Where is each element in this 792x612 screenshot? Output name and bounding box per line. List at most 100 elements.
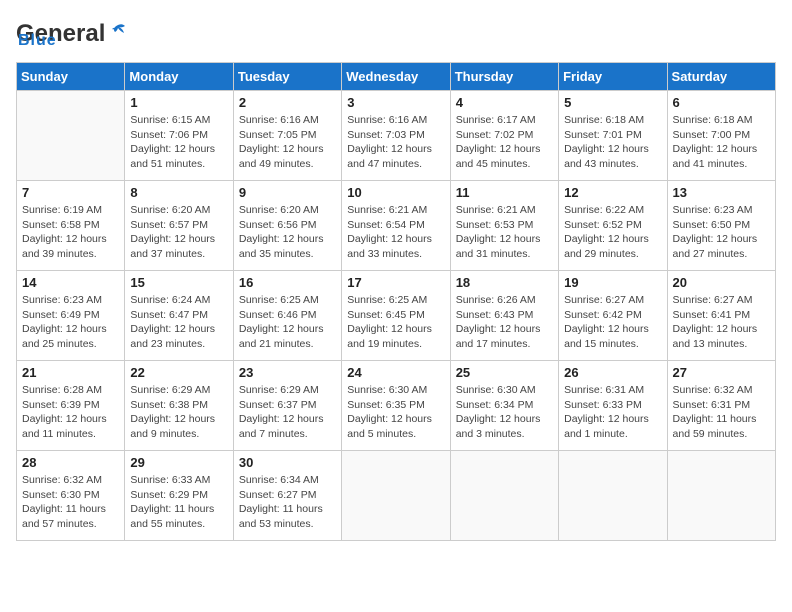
day-number: 6 <box>673 95 770 110</box>
cell-info: Sunrise: 6:20 AMSunset: 6:56 PMDaylight:… <box>239 203 336 262</box>
day-number: 13 <box>673 185 770 200</box>
cell-info: Sunrise: 6:23 AMSunset: 6:50 PMDaylight:… <box>673 203 770 262</box>
day-number: 22 <box>130 365 227 380</box>
day-cell: 25 Sunrise: 6:30 AMSunset: 6:34 PMDayligh… <box>450 361 558 451</box>
day-number: 10 <box>347 185 444 200</box>
header-row: SundayMondayTuesdayWednesdayThursdayFrid… <box>17 63 776 91</box>
day-cell: 8 Sunrise: 6:20 AMSunset: 6:57 PMDaylight… <box>125 181 233 271</box>
day-number: 5 <box>564 95 661 110</box>
day-number: 25 <box>456 365 553 380</box>
day-number: 20 <box>673 275 770 290</box>
day-cell: 26 Sunrise: 6:31 AMSunset: 6:33 PMDayligh… <box>559 361 667 451</box>
calendar-body: 1 Sunrise: 6:15 AMSunset: 7:06 PMDaylight… <box>17 91 776 541</box>
cell-info: Sunrise: 6:17 AMSunset: 7:02 PMDaylight:… <box>456 113 553 172</box>
cell-info: Sunrise: 6:25 AMSunset: 6:45 PMDaylight:… <box>347 293 444 352</box>
cell-info: Sunrise: 6:24 AMSunset: 6:47 PMDaylight:… <box>130 293 227 352</box>
day-number: 7 <box>22 185 119 200</box>
day-cell: 16Sunrise: 6:25 AMSunset: 6:46 PMDayligh… <box>233 271 341 361</box>
day-cell: 3 Sunrise: 6:16 AMSunset: 7:03 PMDaylight… <box>342 91 450 181</box>
day-number: 28 <box>22 455 119 470</box>
week-row-2: 7 Sunrise: 6:19 AMSunset: 6:58 PMDaylight… <box>17 181 776 271</box>
day-cell: 1 Sunrise: 6:15 AMSunset: 7:06 PMDaylight… <box>125 91 233 181</box>
cell-info: Sunrise: 6:21 AMSunset: 6:54 PMDaylight:… <box>347 203 444 262</box>
cell-info: Sunrise: 6:19 AMSunset: 6:58 PMDaylight:… <box>22 203 119 262</box>
cell-info: Sunrise: 6:34 AMSunset: 6:27 PMDaylight:… <box>239 473 336 532</box>
day-cell: 7 Sunrise: 6:19 AMSunset: 6:58 PMDaylight… <box>17 181 125 271</box>
cell-info: Sunrise: 6:32 AMSunset: 6:31 PMDaylight:… <box>673 383 770 442</box>
day-number: 9 <box>239 185 336 200</box>
day-number: 8 <box>130 185 227 200</box>
week-row-5: 28 Sunrise: 6:32 AMSunset: 6:30 PMDayligh… <box>17 451 776 541</box>
day-cell: 22 Sunrise: 6:29 AMSunset: 6:38 PMDayligh… <box>125 361 233 451</box>
day-cell: 13 Sunrise: 6:23 AMSunset: 6:50 PMDayligh… <box>667 181 775 271</box>
day-cell: 30 Sunrise: 6:34 AMSunset: 6:27 PMDayligh… <box>233 451 341 541</box>
day-number: 17 <box>347 275 444 290</box>
day-number: 11 <box>456 185 553 200</box>
cell-info: Sunrise: 6:21 AMSunset: 6:53 PMDaylight:… <box>456 203 553 262</box>
day-cell: 6 Sunrise: 6:18 AMSunset: 7:00 PMDaylight… <box>667 91 775 181</box>
day-number: 24 <box>347 365 444 380</box>
cell-info: Sunrise: 6:29 AMSunset: 6:37 PMDaylight:… <box>239 383 336 442</box>
day-cell: 15 Sunrise: 6:24 AMSunset: 6:47 PMDayligh… <box>125 271 233 361</box>
day-cell: 14Sunrise: 6:23 AMSunset: 6:49 PMDayligh… <box>17 271 125 361</box>
day-cell: 12 Sunrise: 6:22 AMSunset: 6:52 PMDayligh… <box>559 181 667 271</box>
cell-info: Sunrise: 6:30 AMSunset: 6:34 PMDaylight:… <box>456 383 553 442</box>
calendar-table: SundayMondayTuesdayWednesdayThursdayFrid… <box>16 62 776 541</box>
day-number: 15 <box>130 275 227 290</box>
cell-info: Sunrise: 6:15 AMSunset: 7:06 PMDaylight:… <box>130 113 227 172</box>
day-cell: 18Sunrise: 6:26 AMSunset: 6:43 PMDayligh… <box>450 271 558 361</box>
day-cell: 23 Sunrise: 6:29 AMSunset: 6:37 PMDayligh… <box>233 361 341 451</box>
day-cell: 4 Sunrise: 6:17 AMSunset: 7:02 PMDaylight… <box>450 91 558 181</box>
day-number: 27 <box>673 365 770 380</box>
header-day-monday: Monday <box>125 63 233 91</box>
day-cell <box>17 91 125 181</box>
cell-info: Sunrise: 6:29 AMSunset: 6:38 PMDaylight:… <box>130 383 227 442</box>
cell-info: Sunrise: 6:22 AMSunset: 6:52 PMDaylight:… <box>564 203 661 262</box>
cell-info: Sunrise: 6:27 AMSunset: 6:42 PMDaylight:… <box>564 293 661 352</box>
day-cell: 5 Sunrise: 6:18 AMSunset: 7:01 PMDaylight… <box>559 91 667 181</box>
cell-info: Sunrise: 6:18 AMSunset: 7:00 PMDaylight:… <box>673 113 770 172</box>
header-day-wednesday: Wednesday <box>342 63 450 91</box>
cell-info: Sunrise: 6:32 AMSunset: 6:30 PMDaylight:… <box>22 473 119 532</box>
day-number: 1 <box>130 95 227 110</box>
day-cell: 21 Sunrise: 6:28 AMSunset: 6:39 PMDayligh… <box>17 361 125 451</box>
day-cell: 24Sunrise: 6:30 AMSunset: 6:35 PMDayligh… <box>342 361 450 451</box>
header-day-tuesday: Tuesday <box>233 63 341 91</box>
cell-info: Sunrise: 6:28 AMSunset: 6:39 PMDaylight:… <box>22 383 119 442</box>
cell-info: Sunrise: 6:16 AMSunset: 7:03 PMDaylight:… <box>347 113 444 172</box>
cell-info: Sunrise: 6:25 AMSunset: 6:46 PMDaylight:… <box>239 293 336 352</box>
week-row-3: 14Sunrise: 6:23 AMSunset: 6:49 PMDayligh… <box>17 271 776 361</box>
day-number: 26 <box>564 365 661 380</box>
day-cell <box>342 451 450 541</box>
day-number: 3 <box>347 95 444 110</box>
cell-info: Sunrise: 6:16 AMSunset: 7:05 PMDaylight:… <box>239 113 336 172</box>
cell-info: Sunrise: 6:27 AMSunset: 6:41 PMDaylight:… <box>673 293 770 352</box>
day-cell <box>559 451 667 541</box>
header-day-sunday: Sunday <box>17 63 125 91</box>
cell-info: Sunrise: 6:23 AMSunset: 6:49 PMDaylight:… <box>22 293 119 352</box>
day-number: 12 <box>564 185 661 200</box>
logo-bird-icon <box>107 21 129 43</box>
day-cell: 9 Sunrise: 6:20 AMSunset: 6:56 PMDaylight… <box>233 181 341 271</box>
week-row-1: 1 Sunrise: 6:15 AMSunset: 7:06 PMDaylight… <box>17 91 776 181</box>
day-number: 30 <box>239 455 336 470</box>
day-number: 4 <box>456 95 553 110</box>
cell-info: Sunrise: 6:18 AMSunset: 7:01 PMDaylight:… <box>564 113 661 172</box>
day-number: 18 <box>456 275 553 290</box>
cell-info: Sunrise: 6:31 AMSunset: 6:33 PMDaylight:… <box>564 383 661 442</box>
day-cell: 2Sunrise: 6:16 AMSunset: 7:05 PMDaylight… <box>233 91 341 181</box>
cell-info: Sunrise: 6:20 AMSunset: 6:57 PMDaylight:… <box>130 203 227 262</box>
header-day-thursday: Thursday <box>450 63 558 91</box>
week-row-4: 21 Sunrise: 6:28 AMSunset: 6:39 PMDayligh… <box>17 361 776 451</box>
day-cell: 29Sunrise: 6:33 AMSunset: 6:29 PMDayligh… <box>125 451 233 541</box>
day-cell: 17 Sunrise: 6:25 AMSunset: 6:45 PMDayligh… <box>342 271 450 361</box>
logo: General Blue <box>16 20 129 50</box>
day-number: 29 <box>130 455 227 470</box>
day-cell: 27 Sunrise: 6:32 AMSunset: 6:31 PMDayligh… <box>667 361 775 451</box>
page-header: General Blue <box>16 16 776 50</box>
calendar-header: SundayMondayTuesdayWednesdayThursdayFrid… <box>17 63 776 91</box>
day-cell: 11 Sunrise: 6:21 AMSunset: 6:53 PMDayligh… <box>450 181 558 271</box>
day-number: 23 <box>239 365 336 380</box>
day-number: 21 <box>22 365 119 380</box>
day-cell: 28 Sunrise: 6:32 AMSunset: 6:30 PMDayligh… <box>17 451 125 541</box>
